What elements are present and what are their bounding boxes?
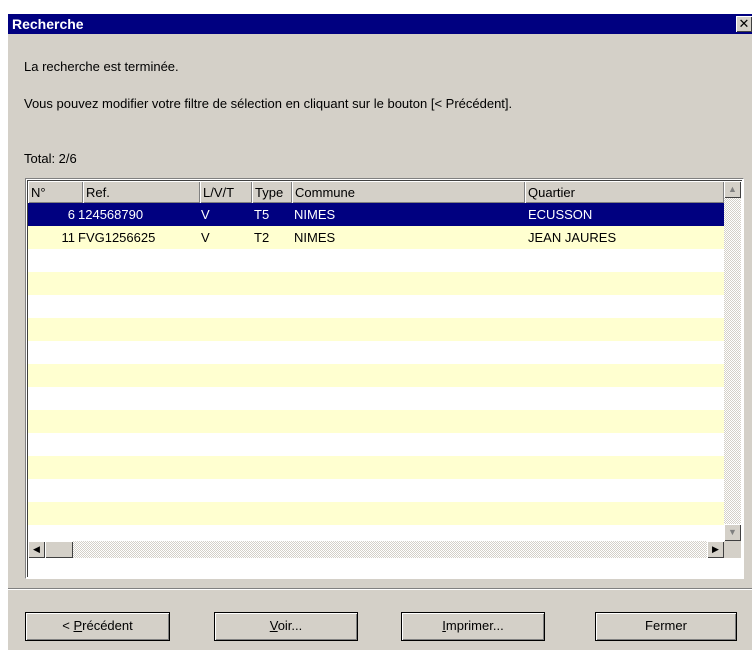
scrollbar-corner	[724, 541, 741, 558]
column-headers: N° Ref. L/V/T Type Commune Quartier	[28, 181, 724, 203]
empty-row	[28, 272, 724, 295]
previous-button-label: récédent	[82, 618, 133, 633]
column-header-type[interactable]: Type	[252, 181, 292, 203]
empty-row	[28, 249, 724, 272]
close-icon[interactable]: ✕	[736, 16, 752, 32]
arrow-right-icon[interactable]: ▶	[707, 541, 724, 558]
cell-number: 6	[67, 207, 75, 222]
previous-button-prefix: <	[62, 618, 74, 633]
status-message: La recherche est terminée.	[24, 59, 179, 74]
results-list[interactable]: N° Ref. L/V/T Type Commune Quartier 6 12…	[25, 178, 744, 579]
arrow-down-icon[interactable]: ▼	[724, 524, 741, 541]
cell-lvt: V	[201, 230, 210, 245]
window-title: Recherche	[12, 16, 84, 32]
cell-ref: 124568790	[78, 207, 144, 222]
empty-row	[28, 410, 724, 433]
cell-quartier: ECUSSON	[528, 207, 593, 222]
close-button[interactable]: Fermer	[595, 612, 737, 641]
previous-button-mnemonic: P	[73, 618, 83, 633]
view-button-mnemonic: V	[269, 618, 278, 633]
empty-row	[28, 364, 724, 387]
cell-commune: NIMES	[294, 230, 336, 245]
search-dialog: Recherche ✕ La recherche est terminée. V…	[8, 14, 752, 650]
horizontal-scrollbar[interactable]: ◀ ▶	[28, 541, 724, 558]
empty-row	[28, 433, 724, 456]
previous-button[interactable]: < Précédent	[25, 612, 170, 641]
cell-quartier: JEAN JAURES	[528, 230, 617, 245]
cell-commune: NIMES	[294, 207, 336, 222]
table-row[interactable]: 6 124568790 V T5 NIMES ECUSSON	[28, 203, 724, 226]
column-header-ref[interactable]: Ref.	[83, 181, 200, 203]
view-button[interactable]: Voir...	[214, 612, 358, 641]
empty-row	[28, 387, 724, 410]
cell-lvt: V	[201, 207, 210, 222]
column-header-number[interactable]: N°	[28, 181, 83, 203]
horizontal-scroll-thumb[interactable]	[45, 541, 73, 558]
vertical-scrollbar[interactable]: ▲ ▼	[724, 181, 741, 541]
column-header-commune[interactable]: Commune	[292, 181, 525, 203]
empty-row	[28, 502, 724, 525]
empty-row	[28, 295, 724, 318]
column-header-lvt[interactable]: L/V/T	[200, 181, 252, 203]
arrow-left-icon[interactable]: ◀	[28, 541, 45, 558]
cell-ref: FVG1256625	[78, 230, 156, 245]
print-button[interactable]: Imprimer...	[401, 612, 545, 641]
divider	[8, 588, 752, 590]
table-row[interactable]: 11 FVG1256625 V T2 NIMES JEAN JAURES	[28, 226, 724, 249]
instruction-message: Vous pouvez modifier votre filtre de sél…	[24, 96, 513, 111]
cell-type: T2	[254, 230, 270, 245]
empty-row	[28, 456, 724, 479]
view-button-label: oir...	[277, 618, 303, 633]
table-body: 6 124568790 V T5 NIMES ECUSSON 11 FVG125…	[28, 203, 724, 541]
total-count: Total: 2/6	[24, 151, 77, 166]
arrow-up-icon[interactable]: ▲	[724, 181, 741, 198]
empty-row	[28, 318, 724, 341]
print-button-label: mprimer...	[445, 618, 504, 633]
column-header-quartier[interactable]: Quartier	[525, 181, 724, 203]
cell-number: 11	[61, 230, 76, 245]
cell-type: T5	[254, 207, 270, 222]
empty-row	[28, 525, 724, 541]
title-bar[interactable]: Recherche ✕	[8, 14, 752, 34]
empty-row	[28, 479, 724, 502]
empty-row	[28, 341, 724, 364]
